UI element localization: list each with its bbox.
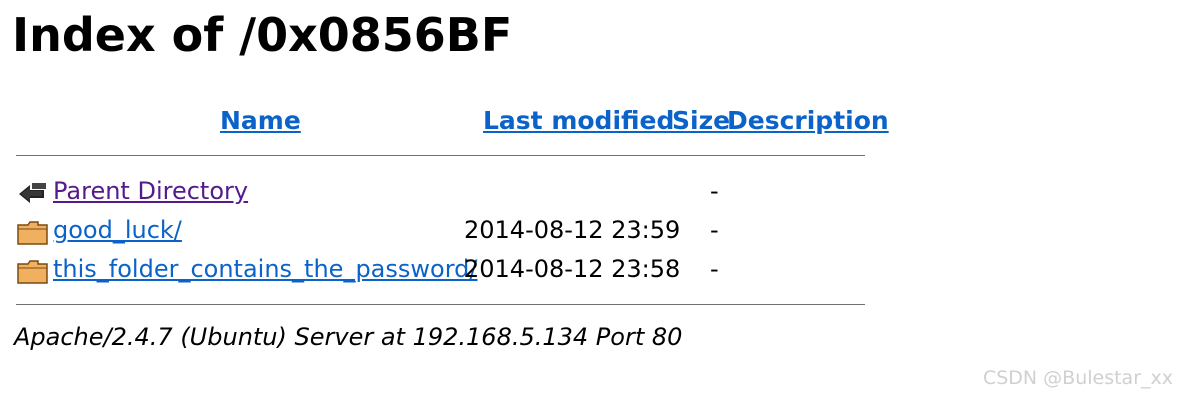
sort-by-last-modified-link[interactable]: Last modified (483, 106, 674, 135)
size-cell: - (710, 177, 719, 205)
last-modified-cell: 2014-08-12 23:59 (464, 216, 681, 244)
folder-icon[interactable] (16, 257, 50, 285)
footer-divider (16, 304, 865, 305)
table-row: Parent Directory - (16, 177, 916, 207)
table-row: this_folder_contains_the_password/ 2014-… (16, 255, 916, 285)
sort-by-size-link[interactable]: Size (672, 106, 730, 135)
watermark: CSDN @Bulestar_xx (982, 367, 1173, 389)
header-divider (16, 155, 865, 156)
sort-by-description-link[interactable]: Description (727, 106, 889, 135)
server-signature: Apache/2.4.7 (Ubuntu) Server at 192.168.… (14, 323, 683, 351)
size-cell: - (710, 216, 719, 244)
table-row: good_luck/ 2014-08-12 23:59 - (16, 216, 916, 246)
folder-icon[interactable] (16, 218, 50, 246)
parent-directory-link[interactable]: Parent Directory (53, 177, 248, 205)
last-modified-cell: 2014-08-12 23:58 (464, 255, 681, 283)
back-icon[interactable] (16, 179, 50, 207)
good-luck-folder-link[interactable]: good_luck/ (53, 216, 182, 244)
directory-listing-page: Index of /0x0856BF Name Last modified Si… (0, 0, 1181, 400)
size-cell: - (710, 255, 719, 283)
page-title: Index of /0x0856BF (12, 8, 513, 62)
sort-by-name-link[interactable]: Name (220, 106, 301, 135)
password-folder-link[interactable]: this_folder_contains_the_password/ (53, 255, 477, 283)
